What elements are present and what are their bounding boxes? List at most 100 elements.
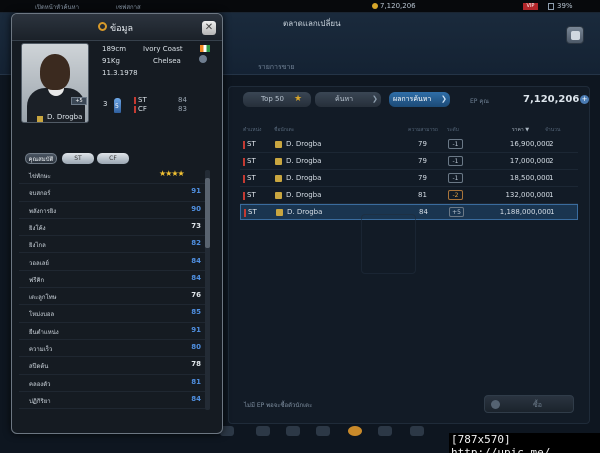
row-player-name: D. Drogba (286, 174, 322, 182)
coin-icon (372, 3, 378, 9)
stat-value: 82 (191, 239, 201, 248)
table-row[interactable]: ST D. Drogba 79 -1 16,900,000 2 (240, 137, 578, 153)
tab-top50[interactable]: Top 50 ★ (243, 92, 311, 107)
buy-button-label: ซื้อ (533, 401, 542, 409)
col-level[interactable]: ระดับ (447, 126, 459, 134)
star-icon: ★ (294, 94, 303, 104)
row-level: -1 (448, 139, 463, 149)
row-level: -1 (448, 156, 463, 166)
col-quantity[interactable]: จำนวน (545, 126, 560, 134)
stat-row: ยิงไกล 82 (19, 236, 205, 254)
upgrade-badge: +5 (71, 97, 87, 105)
stat-row: พลังการยิง 90 (19, 202, 205, 219)
stat-name: เตะลูกโทษ (29, 294, 57, 302)
row-price: 17,000,000 (509, 157, 550, 165)
position-flag (244, 209, 246, 217)
position-flag (243, 141, 245, 149)
team-icon (276, 209, 283, 216)
tab-attributes[interactable]: คุณสมบัติ (25, 153, 57, 164)
row-position: ST (247, 191, 256, 199)
ep-warning-text: ไม่มี EP พอจะซื้อตัวนักเตะ (244, 402, 313, 409)
stat-name: ความเร็ว (29, 346, 53, 353)
row-player-name: D. Drogba (287, 208, 323, 216)
add-ep-button[interactable]: + (580, 95, 589, 104)
stat-value: 84 (191, 256, 201, 265)
top-tab-open-search[interactable]: เปิดหน้าหัวค้นหา (35, 2, 79, 12)
club-crest-icon (199, 55, 207, 63)
row-position: ST (247, 140, 256, 148)
row-ability: 81 (418, 191, 427, 199)
dock-icon[interactable] (378, 426, 392, 436)
battery-level: 39% (557, 2, 573, 10)
tab-search[interactable]: ค้นหา ❯ (315, 92, 381, 107)
col-ability[interactable]: ความสามารถ (408, 126, 438, 134)
position-flag (243, 192, 245, 200)
stat-list: ไข่ทักษะ ★★★★ จบสกอร์ 91 พลังการยิง 90 ยิงโค้ง… (19, 167, 205, 411)
scrollbar-thumb[interactable] (205, 178, 210, 248)
stat-name: ยืนตำแหน่ง (29, 328, 59, 336)
dock-icon[interactable] (256, 426, 270, 436)
tab-st[interactable]: ST (62, 153, 94, 164)
background-emblem (361, 214, 416, 274)
settings-button[interactable] (566, 26, 584, 44)
stat-value: 85 (191, 308, 201, 317)
row-ability: 79 (418, 157, 427, 165)
table-row[interactable]: ST D. Drogba 81 -2 132,000,000 1 (240, 188, 578, 204)
col-price[interactable]: ราคา ▼ (512, 126, 529, 134)
top-bar: เปิดหน้าหัวค้นหา เซฟสกาส 7,120,206 VIP 3… (0, 0, 600, 13)
player-birthdate: 11.3.1978 (102, 69, 138, 77)
subnav-sale-list[interactable]: รายการขาย (258, 62, 295, 73)
tab-search-label: ค้นหา (335, 95, 354, 103)
battery-icon (548, 3, 554, 10)
tab-cf[interactable]: CF (97, 153, 129, 164)
stat-value: 76 (191, 291, 201, 300)
chevron-right-icon: ❯ (372, 95, 378, 103)
player-info-dialog: ข้อมูล ✕ +5 D. Drogba 189cm 91Kg 11.3.19… (11, 13, 223, 434)
stat-name: ปฏิกิริยา (29, 397, 51, 405)
stat-row: ความเร็ว 80 (19, 340, 205, 358)
search-icon (98, 22, 107, 31)
dock-icon[interactable] (348, 426, 362, 436)
row-quantity: 1 (549, 191, 554, 199)
player-club: Chelsea (153, 57, 181, 65)
team-icon (275, 141, 282, 148)
dock-icon[interactable] (316, 426, 330, 436)
tab-search-results[interactable]: ผลการค้นหา ❯ (389, 92, 450, 107)
row-ability: 79 (418, 174, 427, 182)
table-row[interactable]: ST D. Drogba 79 -1 17,000,000 2 (240, 154, 578, 170)
dock-icon[interactable] (286, 426, 300, 436)
buy-button[interactable]: ซื้อ (484, 395, 574, 413)
player-photo-head (40, 54, 70, 90)
team-icon (275, 192, 282, 199)
position-flag (243, 175, 245, 183)
row-quantity: 1 (549, 174, 554, 182)
table-row[interactable]: ST D. Drogba 79 -1 18,500,000 1 (240, 171, 578, 187)
chevron-right-icon: ❯ (441, 95, 447, 103)
bottom-dock (220, 426, 450, 438)
stat-value: 91 (191, 325, 201, 334)
scrollbar[interactable] (205, 170, 210, 410)
stat-name: พลังการยิง (29, 207, 57, 215)
settings-icon (571, 31, 580, 40)
col-player-name[interactable]: ชื่อนักเตะ (274, 126, 294, 134)
position-rating: 83 (178, 105, 187, 113)
stat-name: ฟรีคิก (29, 276, 45, 284)
col-position[interactable]: ตำแหน่ง (243, 126, 261, 134)
position-flag (243, 158, 245, 166)
row-player-name: D. Drogba (286, 140, 322, 148)
row-ability: 79 (418, 140, 427, 148)
close-button[interactable]: ✕ (202, 21, 216, 35)
player-name: D. Drogba (47, 113, 83, 121)
stat-name: ยิงไกล (29, 242, 46, 250)
weak-foot-rating: 3 (103, 100, 108, 108)
stat-row: สปีดต้น 78 (19, 357, 205, 375)
dock-icon[interactable] (410, 426, 424, 436)
stat-value: 73 (191, 221, 201, 230)
top-tab-save[interactable]: เซฟสกาส (116, 2, 141, 12)
row-level: -1 (448, 173, 463, 183)
position-name: CF (138, 105, 147, 113)
stat-tabs: คุณสมบัติ ST CF (25, 153, 215, 165)
position-rating: 84 (178, 96, 187, 104)
row-position: ST (248, 208, 257, 216)
row-position: ST (247, 157, 256, 165)
